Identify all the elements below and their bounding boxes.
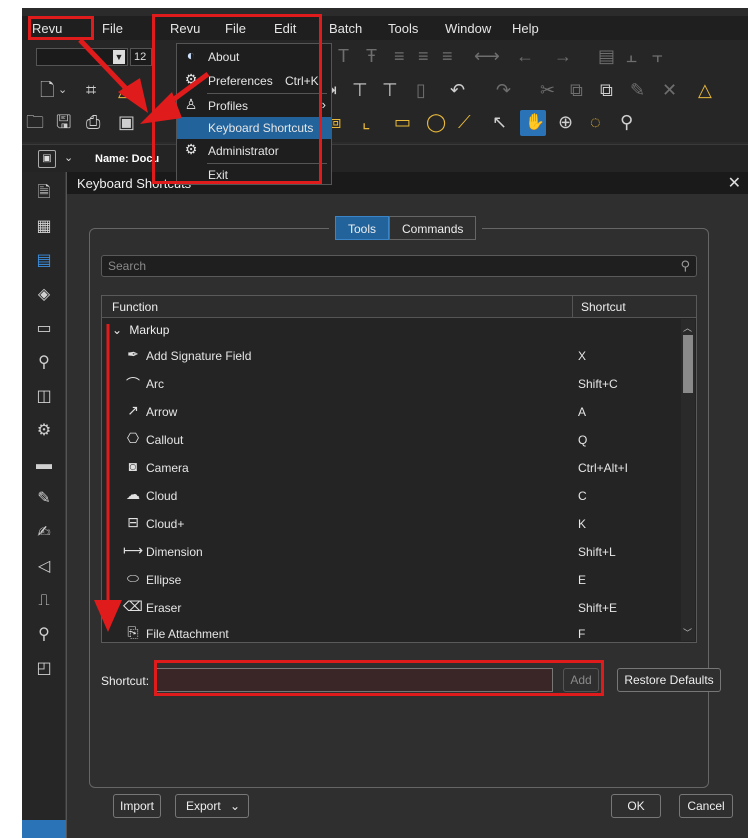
annotation-arrow-shortcuts [140, 71, 210, 124]
revu-window: Revu File Revu File Edit Batch Tools Win… [22, 8, 748, 838]
annotation-arrow-revu [78, 38, 148, 113]
annotation-arrows [78, 38, 210, 632]
annotation-arrow-scroll [94, 324, 122, 632]
